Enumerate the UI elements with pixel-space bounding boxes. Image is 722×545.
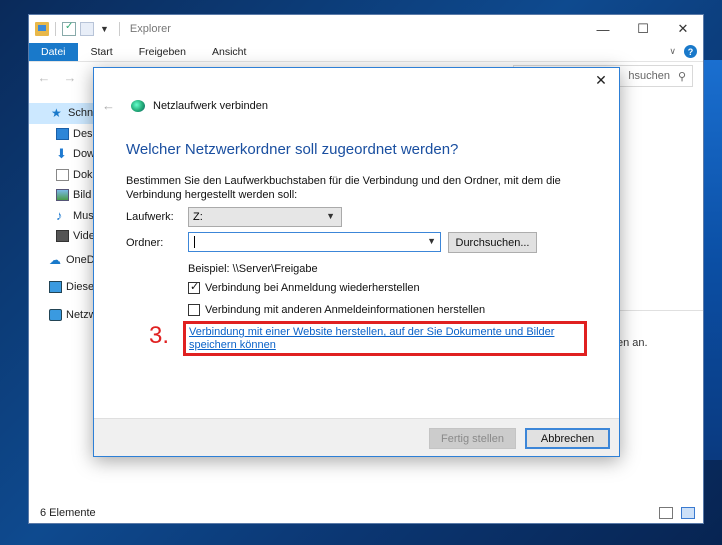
sidebar-item-schnellzugriff[interactable]: ★ Schne bbox=[29, 103, 93, 124]
drive-label: Laufwerk: bbox=[126, 211, 174, 223]
page-title: Welcher Netzwerkordner soll zugeordnet w… bbox=[126, 141, 459, 158]
close-icon[interactable]: ✕ bbox=[591, 72, 611, 89]
desktop-icon bbox=[56, 127, 69, 140]
properties-icon[interactable] bbox=[62, 21, 76, 36]
sidebar-item-label: Bild bbox=[73, 189, 92, 202]
sidebar-item-dieser-pc[interactable]: Dieser bbox=[29, 277, 93, 298]
quick-access-toolbar: ▼ Explorer bbox=[29, 21, 171, 36]
divider bbox=[118, 22, 120, 36]
search-icon: ⚲ bbox=[677, 70, 686, 83]
large-icons-view-icon[interactable] bbox=[681, 507, 695, 519]
folder-input[interactable]: ▼ bbox=[188, 232, 441, 252]
expand-ribbon-chevron-icon[interactable]: ∨ bbox=[669, 46, 676, 57]
drive-value: Z: bbox=[193, 211, 203, 223]
cancel-button[interactable]: Abbrechen bbox=[525, 428, 610, 449]
divider bbox=[55, 22, 56, 36]
window-title: Explorer bbox=[129, 23, 171, 35]
search-placeholder: hsuchen bbox=[628, 70, 670, 82]
sidebar-item-onedrive[interactable]: ☁ OneD bbox=[29, 250, 93, 271]
sidebar-item-label: OneD bbox=[66, 253, 93, 266]
sidebar-item-label: Dok bbox=[73, 168, 93, 181]
other-credentials-label: Verbindung mit anderen Anmeldeinformatio… bbox=[205, 304, 486, 316]
sidebar-item-label: Mus bbox=[73, 209, 93, 222]
browse-button[interactable]: Durchsuchen... bbox=[448, 232, 537, 253]
tab-freigeben[interactable]: Freigeben bbox=[126, 43, 199, 61]
folder-label: Ordner: bbox=[126, 237, 164, 249]
minimize-button[interactable]: — bbox=[583, 15, 623, 43]
sidebar-item-desktop[interactable]: Desk bbox=[29, 124, 93, 145]
network-icon bbox=[49, 308, 62, 321]
ribbon-tabs: Datei Start Freigeben Ansicht ∨ ? bbox=[29, 43, 703, 62]
sidebar-item-musik[interactable]: ♪ Mus bbox=[29, 206, 93, 227]
sidebar-item-label: Desk bbox=[73, 127, 93, 140]
step-marker: 3. bbox=[149, 322, 170, 349]
reconnect-checkbox[interactable] bbox=[188, 280, 200, 294]
navigation-pane: ★ Schne Desk ⬇ Dow Dok Bild ♪ Mus Vide ☁ bbox=[29, 103, 93, 325]
music-icon: ♪ bbox=[56, 207, 63, 223]
chevron-down-icon: ▼ bbox=[326, 211, 335, 221]
maximize-button[interactable]: ☐ bbox=[623, 15, 663, 43]
sidebar-item-label: Schne bbox=[68, 107, 93, 120]
website-link[interactable]: Verbindung mit einer Website herstellen,… bbox=[189, 326, 581, 352]
text-cursor bbox=[194, 236, 195, 248]
divider bbox=[619, 310, 703, 311]
window-controls: — ☐ ✕ bbox=[583, 15, 703, 43]
new-folder-icon[interactable] bbox=[80, 22, 94, 36]
download-icon: ⬇ bbox=[56, 146, 67, 162]
star-icon: ★ bbox=[51, 106, 62, 121]
help-icon[interactable]: ? bbox=[684, 45, 697, 58]
sidebar-item-bilder[interactable]: Bild bbox=[29, 185, 93, 206]
example-text: Beispiel: \\Server\Freigabe bbox=[188, 263, 318, 275]
sidebar-item-label: Dow bbox=[73, 148, 93, 161]
pane-message: en an. bbox=[617, 337, 648, 349]
sidebar-item-label: Vide bbox=[73, 230, 93, 243]
back-arrow-icon[interactable]: ← bbox=[102, 98, 115, 113]
reconnect-option[interactable]: Verbindung bei Anmeldung wiederherstelle… bbox=[188, 280, 420, 294]
sidebar-item-downloads[interactable]: ⬇ Dow bbox=[29, 144, 93, 165]
video-icon bbox=[56, 230, 69, 243]
reconnect-label: Verbindung bei Anmeldung wiederherstelle… bbox=[205, 282, 420, 294]
details-view-icon[interactable] bbox=[659, 507, 673, 519]
sidebar-item-label: Dieser bbox=[66, 281, 93, 294]
other-credentials-checkbox[interactable] bbox=[188, 304, 200, 316]
finish-button[interactable]: Fertig stellen bbox=[429, 428, 516, 449]
map-network-drive-dialog: ✕ ← Netzlaufwerk verbinden Welcher Netzw… bbox=[93, 67, 620, 457]
customize-qat-chevron-icon[interactable]: ▼ bbox=[100, 24, 109, 34]
sidebar-item-label: Netzw bbox=[66, 308, 93, 321]
dialog-title: Netzlaufwerk verbinden bbox=[153, 99, 268, 112]
tab-datei[interactable]: Datei bbox=[29, 43, 78, 61]
other-credentials-option[interactable]: Verbindung mit anderen Anmeldeinformatio… bbox=[188, 304, 485, 316]
status-bar: 6 Elemente bbox=[29, 503, 703, 523]
dialog-footer: Fertig stellen Abbrechen bbox=[94, 418, 619, 456]
instructions-text: Bestimmen Sie den Laufwerkbuchstaben für… bbox=[126, 175, 561, 201]
forward-arrow-icon[interactable]: → bbox=[59, 70, 81, 85]
view-switcher bbox=[659, 507, 695, 519]
title-bar: ▼ Explorer — ☐ ✕ bbox=[29, 15, 703, 43]
sidebar-item-dokumente[interactable]: Dok bbox=[29, 165, 93, 186]
picture-icon bbox=[56, 189, 69, 202]
network-drive-icon bbox=[131, 99, 145, 112]
cloud-icon: ☁ bbox=[49, 252, 61, 267]
drive-select[interactable]: Z: ▼ bbox=[188, 207, 342, 227]
tab-start[interactable]: Start bbox=[78, 43, 126, 61]
sidebar-item-videos[interactable]: Vide bbox=[29, 226, 93, 247]
sidebar-item-netzwerk[interactable]: Netzw bbox=[29, 305, 93, 326]
computer-icon bbox=[49, 281, 62, 294]
dialog-header: ← Netzlaufwerk verbinden bbox=[102, 98, 268, 113]
ribbon-right-controls: ∨ ? bbox=[669, 45, 697, 58]
close-button[interactable]: ✕ bbox=[663, 15, 703, 43]
item-count: 6 Elemente bbox=[40, 507, 96, 519]
folder-icon[interactable] bbox=[35, 22, 49, 36]
chevron-down-icon[interactable]: ▼ bbox=[427, 236, 436, 246]
document-icon bbox=[56, 168, 69, 181]
back-arrow-icon[interactable]: ← bbox=[33, 70, 55, 85]
tab-ansicht[interactable]: Ansicht bbox=[199, 43, 259, 61]
